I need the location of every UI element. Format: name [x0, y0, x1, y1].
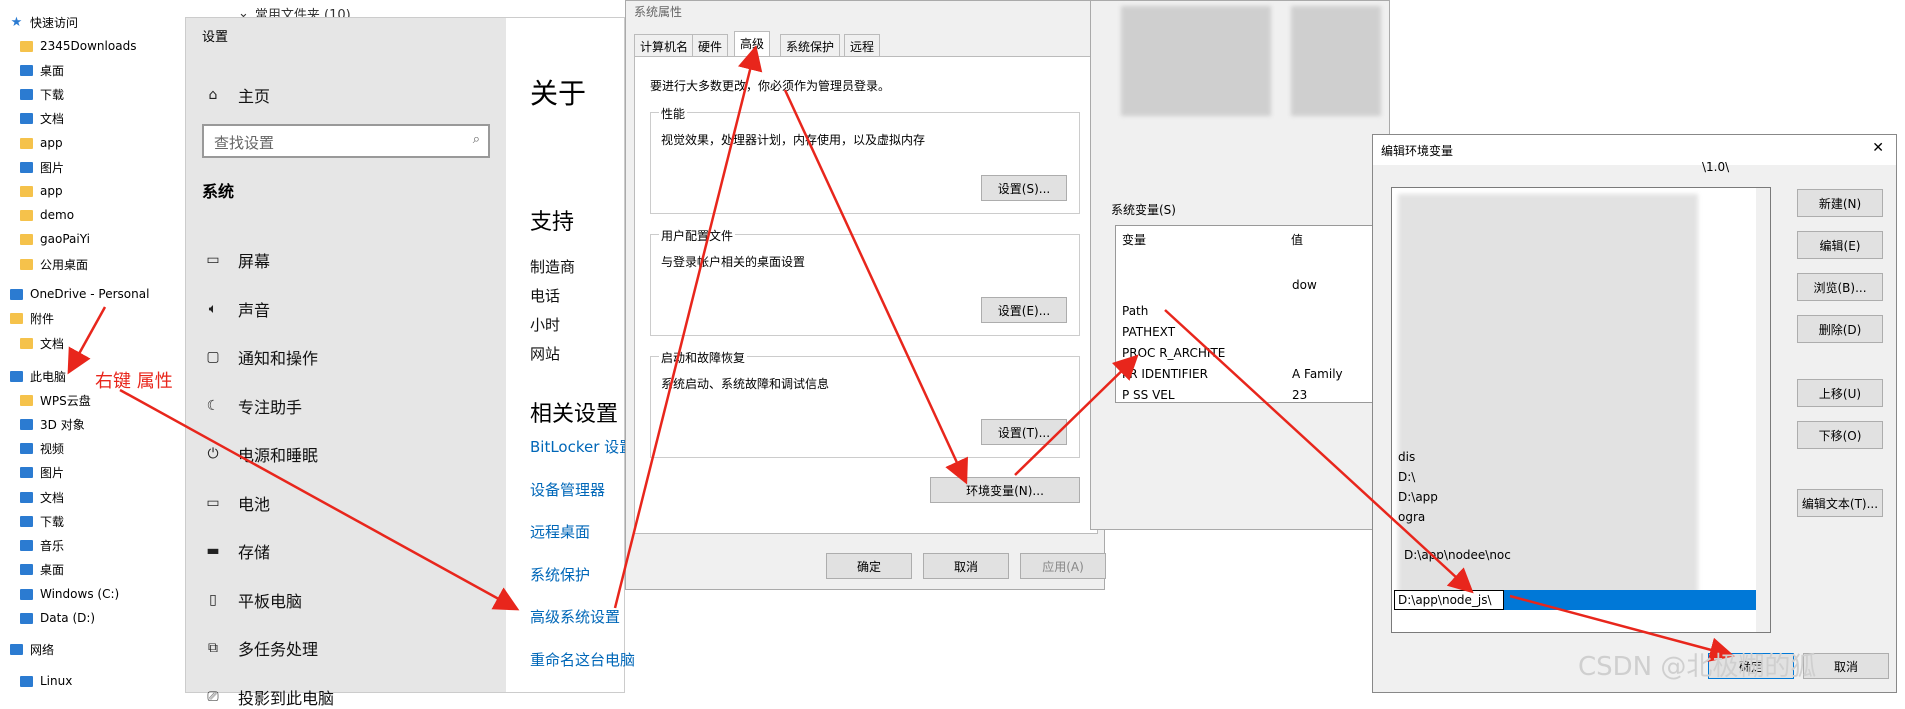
arrow-to-path	[1014, 354, 1139, 476]
annotation-arrows	[67, 45, 1735, 662]
arrow-to-env-button	[783, 89, 968, 485]
watermark: CSDN @北极糊的狐	[1578, 652, 1817, 682]
annotation-text: 右键 属性	[95, 371, 173, 392]
arrow-to-advanced-settings	[119, 388, 520, 611]
arrow-to-this-pc	[67, 306, 107, 375]
arrow-to-advanced-tab	[613, 45, 763, 609]
arrow-to-new-entry	[1164, 309, 1474, 594]
